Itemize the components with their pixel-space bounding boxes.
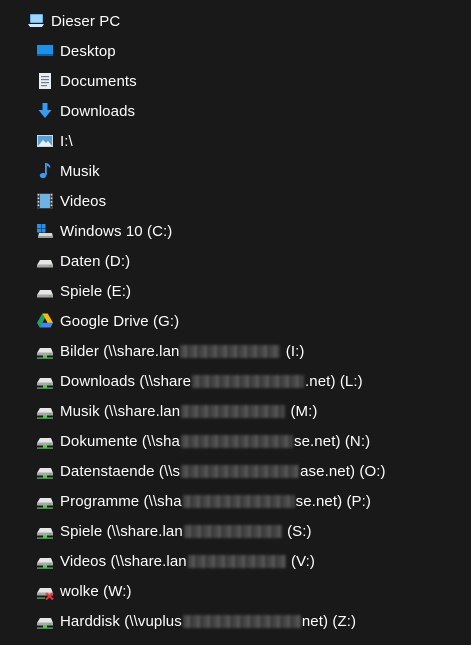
network-drive-icon [36, 612, 54, 630]
network-drive-icon [36, 522, 54, 540]
tree-item-drive-l[interactable]: Downloads (\\share .net) (L:) [0, 366, 471, 396]
pictures-folder-icon [36, 132, 54, 150]
tree-item-label: Videos (\\share.lan (V:) [60, 552, 315, 570]
redacted-text [182, 615, 301, 629]
tree-item-pictures[interactable]: I:\ [0, 126, 471, 156]
tree-item-music[interactable]: Musik [0, 156, 471, 186]
network-drive-icon [36, 432, 54, 450]
tree-item-this-pc[interactable]: Dieser PC [0, 6, 471, 36]
tree-item-drive-s[interactable]: Spiele (\\share.lan (S:) [0, 516, 471, 546]
downloads-folder-icon [36, 102, 54, 120]
redacted-text [181, 435, 293, 449]
tree-item-label: Windows 10 (C:) [60, 222, 173, 240]
tree-item-drive-z[interactable]: Harddisk (\\vuplus net) (Z:) [0, 606, 471, 636]
network-drive-icon [36, 552, 54, 570]
tree-item-label: Documents [60, 72, 137, 90]
tree-item-label: I:\ [60, 132, 73, 150]
tree-item-label: Dieser PC [51, 12, 121, 30]
network-drive-icon [36, 372, 54, 390]
music-folder-icon [36, 162, 54, 180]
desktop-folder-icon [36, 42, 54, 60]
tree-item-drive-e[interactable]: Spiele (E:) [0, 276, 471, 306]
tree-item-downloads[interactable]: Downloads [0, 96, 471, 126]
redacted-text [187, 555, 286, 569]
local-drive-icon [36, 252, 54, 270]
tree-item-drive-c[interactable]: Windows 10 (C:) [0, 216, 471, 246]
tree-item-label: Google Drive (G:) [60, 312, 180, 330]
tree-item-label: Videos [60, 192, 107, 210]
windows-drive-icon [36, 222, 54, 240]
redacted-text [183, 525, 282, 539]
tree-item-label: Datenstaende (\\s ase.net) (O:) [60, 462, 386, 480]
tree-item-drive-v[interactable]: Videos (\\share.lan (V:) [0, 546, 471, 576]
documents-folder-icon [36, 72, 54, 90]
tree-item-label: wolke (W:) [60, 582, 132, 600]
tree-item-drive-o[interactable]: Datenstaende (\\s ase.net) (O:) [0, 456, 471, 486]
google-drive-icon [36, 312, 54, 330]
tree-item-label: Desktop [60, 42, 116, 60]
local-drive-icon [36, 282, 54, 300]
redacted-text [182, 495, 295, 509]
redacted-text [192, 375, 305, 389]
network-drive-icon [36, 492, 54, 510]
tree-item-drive-w[interactable]: wolke (W:) [0, 576, 471, 606]
redacted-text [181, 405, 286, 419]
videos-folder-icon [36, 192, 54, 210]
tree-item-drive-d[interactable]: Daten (D:) [0, 246, 471, 276]
tree-item-label: Musik (\\share.lan (M:) [60, 402, 318, 420]
network-drive-icon [36, 402, 54, 420]
tree-item-videos[interactable]: Videos [0, 186, 471, 216]
redacted-text [180, 345, 281, 359]
tree-item-label: Downloads [60, 102, 136, 120]
tree-item-drive-p[interactable]: Programme (\\sha se.net) (P:) [0, 486, 471, 516]
tree-item-label: Musik [60, 162, 100, 180]
tree-item-documents[interactable]: Documents [0, 66, 471, 96]
tree-item-drive-m[interactable]: Musik (\\share.lan (M:) [0, 396, 471, 426]
tree-item-label: Downloads (\\share .net) (L:) [60, 372, 363, 390]
tree-item-drive-n[interactable]: Dokumente (\\sha se.net) (N:) [0, 426, 471, 456]
tree-item-label: Spiele (E:) [60, 282, 132, 300]
tree-item-label: Daten (D:) [60, 252, 131, 270]
network-drive-icon [36, 342, 54, 360]
tree-item-label: Spiele (\\share.lan (S:) [60, 522, 312, 540]
this-pc-icon [27, 12, 45, 30]
tree-item-label: Bilder (\\share.lan (I:) [60, 342, 305, 360]
redacted-text [181, 465, 300, 479]
navigation-tree: Dieser PC Desktop Documents Downloads I:… [0, 0, 471, 645]
tree-item-label: Harddisk (\\vuplus net) (Z:) [60, 612, 357, 630]
disconnected-network-drive-icon [36, 582, 54, 600]
tree-item-drive-g[interactable]: Google Drive (G:) [0, 306, 471, 336]
tree-item-desktop[interactable]: Desktop [0, 36, 471, 66]
tree-item-label: Dokumente (\\sha se.net) (N:) [60, 432, 371, 450]
tree-item-label: Programme (\\sha se.net) (P:) [60, 492, 372, 510]
tree-item-drive-i[interactable]: Bilder (\\share.lan (I:) [0, 336, 471, 366]
network-drive-icon [36, 462, 54, 480]
